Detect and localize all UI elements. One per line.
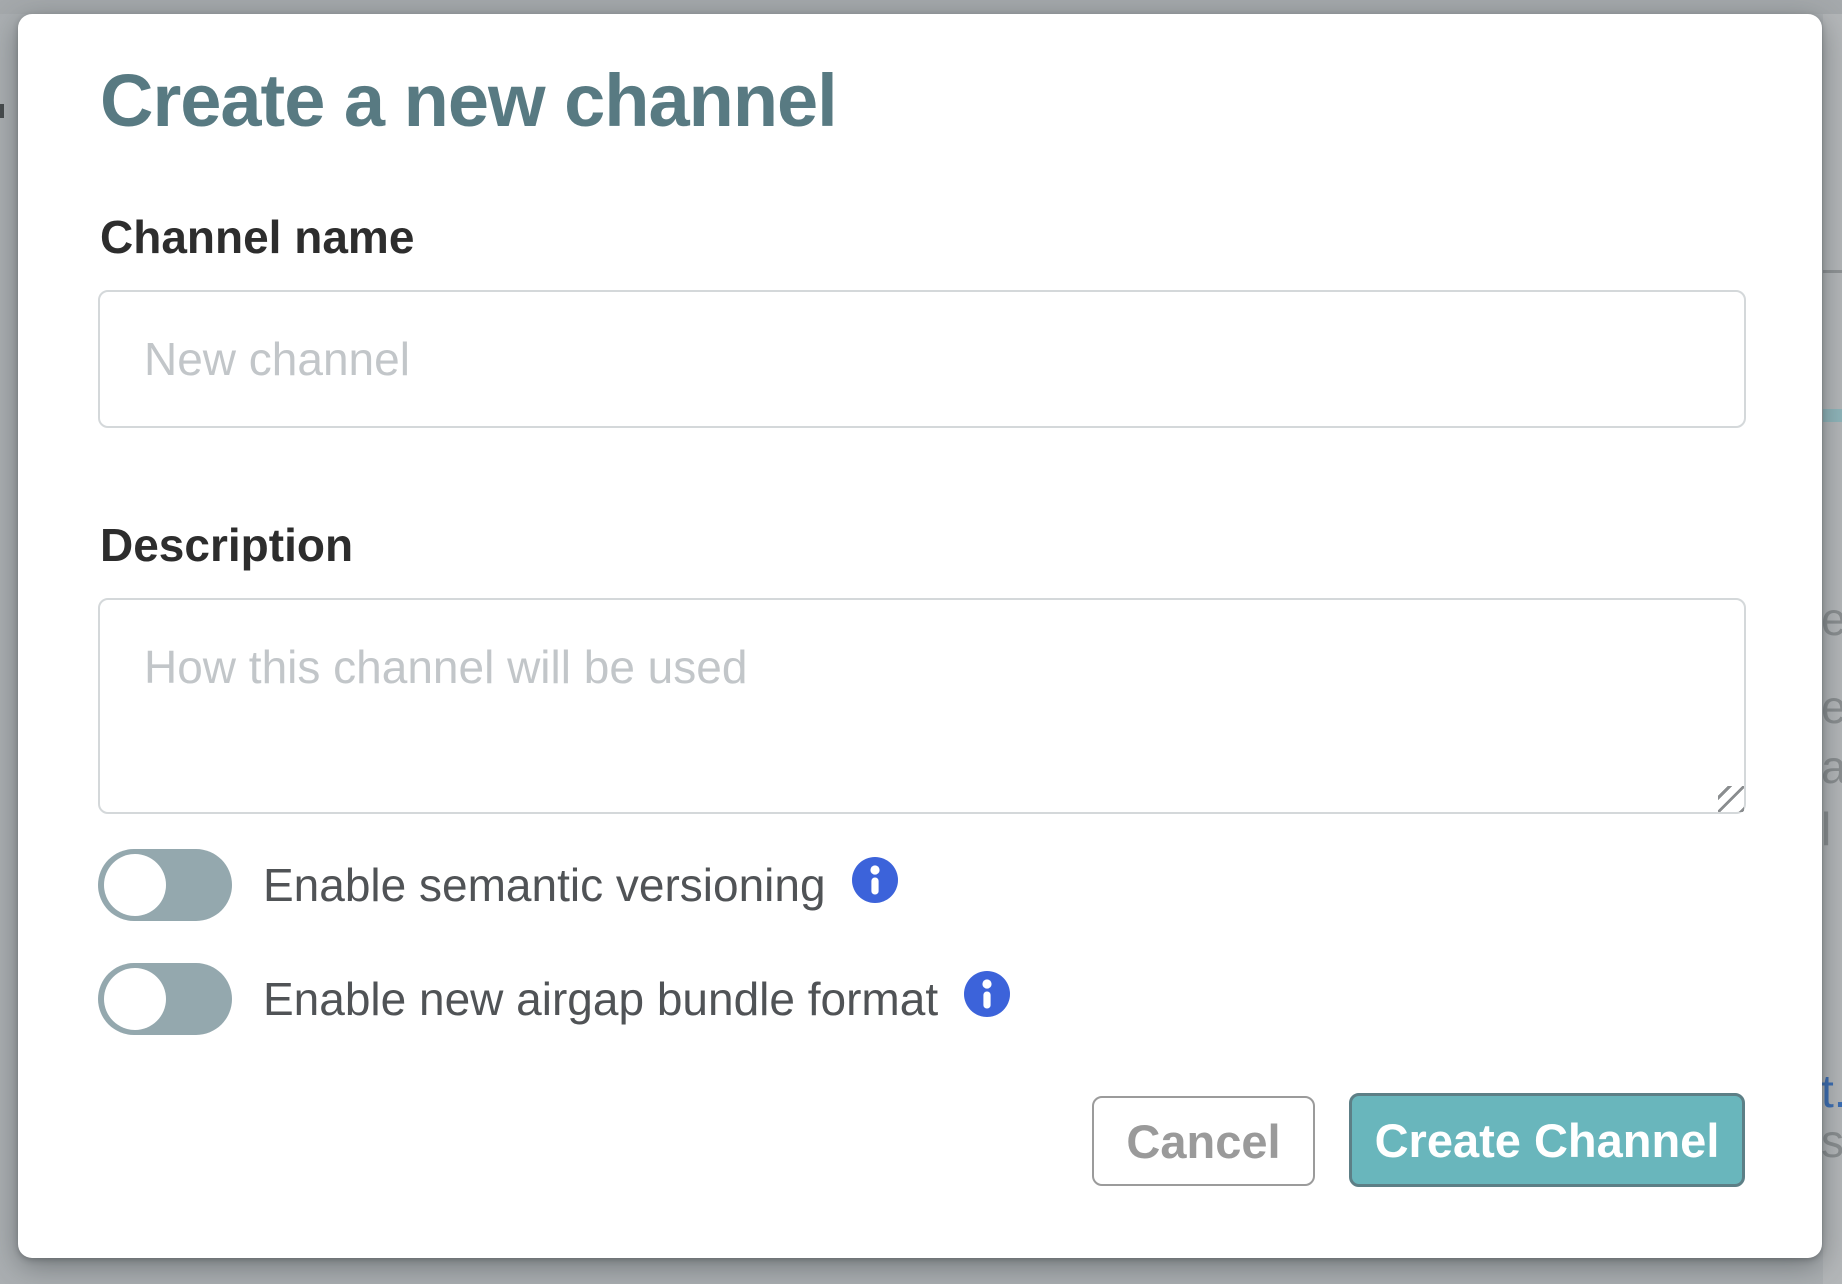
background-text-fragment: e (1821, 684, 1842, 730)
semantic-versioning-toggle[interactable] (98, 849, 232, 921)
background-teal-accent (1823, 409, 1842, 422)
toggle-knob (104, 968, 166, 1030)
background-text-fragment (0, 104, 4, 118)
airgap-bundle-label: Enable new airgap bundle format (263, 962, 938, 1036)
cancel-button[interactable]: Cancel (1092, 1096, 1315, 1186)
channel-name-label: Channel name (100, 214, 414, 260)
background-text-fragment: s (1821, 1118, 1842, 1164)
channel-name-input[interactable] (98, 290, 1746, 428)
airgap-bundle-row: Enable new airgap bundle format (98, 962, 1010, 1036)
description-textarea[interactable] (98, 598, 1746, 814)
semantic-versioning-label: Enable semantic versioning (263, 848, 826, 922)
description-label: Description (100, 522, 353, 568)
resize-handle-icon[interactable] (1718, 786, 1744, 812)
background-text-fragment: l (1821, 806, 1831, 852)
info-icon[interactable] (852, 857, 898, 903)
create-channel-button[interactable]: Create Channel (1349, 1093, 1745, 1187)
airgap-bundle-toggle[interactable] (98, 963, 232, 1035)
background-text-fragment: a (1821, 744, 1842, 790)
info-icon[interactable] (964, 971, 1010, 1017)
background-divider-line (1823, 270, 1842, 273)
semantic-versioning-row: Enable semantic versioning (98, 848, 898, 922)
background-top-bar (0, 0, 1842, 14)
background-text-fragment: e (1821, 596, 1842, 642)
modal-title: Create a new channel (100, 64, 837, 138)
toggle-knob (104, 854, 166, 916)
background-link-fragment: t. (1821, 1068, 1842, 1114)
create-channel-modal: Create a new channel Channel name Descri… (18, 14, 1822, 1258)
